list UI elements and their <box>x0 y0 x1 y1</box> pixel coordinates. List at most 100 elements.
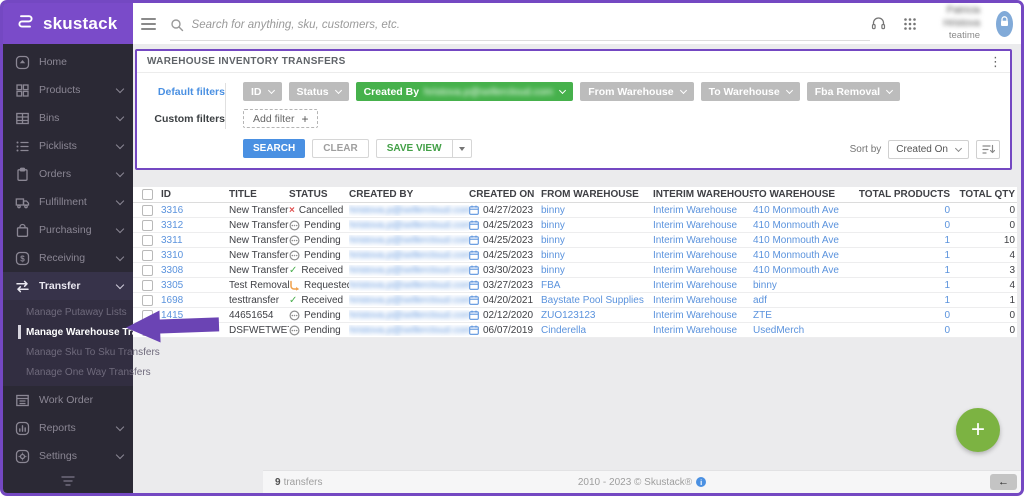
interim-warehouse-link[interactable]: Interim Warehouse <box>653 325 737 336</box>
interim-warehouse-link[interactable]: Interim Warehouse <box>653 220 737 231</box>
sidebar-item-work-order[interactable]: Work Order <box>3 386 133 414</box>
to-warehouse-link[interactable]: ZTE <box>753 310 772 321</box>
row-checkbox[interactable] <box>142 219 153 231</box>
row-checkbox[interactable] <box>142 294 153 306</box>
transfer-id-link[interactable]: 3316 <box>161 205 183 216</box>
created-by-link[interactable]: hristova.p@sellercloud.com <box>349 265 469 276</box>
row-checkbox[interactable] <box>142 279 153 291</box>
column-header-interim-warehouse[interactable]: INTERIM WAREHOUSE <box>653 189 753 200</box>
sort-field-select[interactable]: Created On <box>888 140 969 159</box>
interim-warehouse-link[interactable]: Interim Warehouse <box>653 295 737 306</box>
scroll-left-button[interactable]: ← <box>990 474 1017 490</box>
search-input[interactable] <box>191 19 870 31</box>
from-warehouse-link[interactable]: Baystate Pool Supplies <box>541 295 644 306</box>
row-checkbox[interactable] <box>142 234 153 246</box>
created-by-link[interactable]: hristova.p@sellercloud.com <box>349 310 469 321</box>
sidebar-item-bins[interactable]: Bins <box>3 104 133 132</box>
column-header-created-by[interactable]: CREATED BY <box>349 189 469 200</box>
to-warehouse-link[interactable]: 410 Monmouth Ave <box>753 250 839 261</box>
column-header-created-on[interactable]: CREATED ON <box>469 189 541 200</box>
transfer-id-link[interactable]: 1415 <box>161 310 183 321</box>
created-by-link[interactable]: hristova.p@sellercloud.com <box>349 235 469 246</box>
transfer-id-link[interactable]: 3310 <box>161 250 183 261</box>
from-warehouse-link[interactable]: binny <box>541 205 565 216</box>
from-warehouse-link[interactable]: FBA <box>541 280 560 291</box>
to-warehouse-link[interactable]: 410 Monmouth Ave <box>753 205 839 216</box>
interim-warehouse-link[interactable]: Interim Warehouse <box>653 250 737 261</box>
row-checkbox[interactable] <box>142 264 153 276</box>
column-header-title[interactable]: TITLE <box>229 189 289 200</box>
add-filter-button[interactable]: Add filter + <box>243 109 319 128</box>
column-header-from-warehouse[interactable]: FROM WAREHOUSE <box>541 189 653 200</box>
interim-warehouse-link[interactable]: Interim Warehouse <box>653 235 737 246</box>
sidebar-item-fulfillment[interactable]: Fulfillment <box>3 188 133 216</box>
sidebar-item-home[interactable]: Home <box>3 48 133 76</box>
hamburger-menu-icon[interactable] <box>141 15 156 33</box>
from-warehouse-link[interactable]: binny <box>541 235 565 246</box>
created-by-link[interactable]: hristova.p@sellercloud.com <box>349 325 469 336</box>
sidebar-subitem-manage-one-way-transfers[interactable]: Manage One Way Transfers <box>3 362 151 382</box>
interim-warehouse-link[interactable]: Interim Warehouse <box>653 265 737 276</box>
column-header-total-products[interactable]: TOTAL PRODUCTS <box>857 189 952 200</box>
save-view-dropdown-button[interactable] <box>451 139 472 158</box>
sidebar-item-transfer[interactable]: Transfer <box>3 272 133 300</box>
sidebar-subitem-manage-putaway-lists[interactable]: Manage Putaway Lists <box>3 302 133 322</box>
sidebar-subitem-manage-sku-to-sku-transfers[interactable]: Manage Sku To Sku Transfers <box>3 342 160 362</box>
sidebar-item-products[interactable]: Products <box>3 76 133 104</box>
column-header-id[interactable]: ID <box>161 189 229 200</box>
select-all-checkbox[interactable] <box>142 189 153 200</box>
transfer-id-link[interactable]: 3312 <box>161 220 183 231</box>
created-by-link[interactable]: hristova.p@sellercloud.com <box>349 295 469 306</box>
from-warehouse-link[interactable]: Cinderella <box>541 325 586 336</box>
created-by-link[interactable]: hristova.p@sellercloud.com <box>349 280 469 291</box>
filter-chip-id[interactable]: ID <box>243 82 282 101</box>
row-checkbox[interactable] <box>142 249 153 261</box>
panel-overflow-menu-icon[interactable]: ⋮ <box>989 55 1002 68</box>
brand-logo[interactable]: skustack <box>3 3 133 44</box>
sidebar-item-orders[interactable]: Orders <box>3 160 133 188</box>
sidebar-subitem-manage-warehouse-transfers[interactable]: Manage Warehouse Transfers <box>3 322 167 342</box>
filter-chip-to-warehouse[interactable]: To Warehouse <box>700 82 800 101</box>
row-checkbox[interactable] <box>142 309 153 321</box>
column-header-status[interactable]: STATUS <box>289 189 349 200</box>
apps-grid-icon[interactable] <box>903 17 917 31</box>
created-by-link[interactable]: hristova.p@sellercloud.com <box>349 205 469 216</box>
to-warehouse-link[interactable]: 410 Monmouth Ave <box>753 265 839 276</box>
clear-button[interactable]: CLEAR <box>312 139 369 158</box>
to-warehouse-link[interactable]: 410 Monmouth Ave <box>753 220 839 231</box>
user-info[interactable]: Patricia Hristova teatime <box>933 5 980 42</box>
sidebar-item-purchasing[interactable]: Purchasing <box>3 216 133 244</box>
transfer-id-link[interactable]: 3305 <box>161 280 183 291</box>
add-transfer-fab[interactable]: + <box>956 408 1000 452</box>
sidebar-item-settings[interactable]: Settings <box>3 442 133 470</box>
column-header-total-qty[interactable]: TOTAL QTY <box>952 189 1017 200</box>
to-warehouse-link[interactable]: binny <box>753 280 777 291</box>
to-warehouse-link[interactable]: 410 Monmouth Ave <box>753 235 839 246</box>
to-warehouse-link[interactable]: adf <box>753 295 767 306</box>
column-header-to-warehouse[interactable]: TO WAREHOUSE <box>753 189 857 200</box>
interim-warehouse-link[interactable]: Interim Warehouse <box>653 205 737 216</box>
search-button[interactable]: SEARCH <box>243 139 306 158</box>
transfer-id-link[interactable]: 3311 <box>161 235 183 246</box>
user-avatar[interactable] <box>996 10 1013 37</box>
filter-chip-created-by[interactable]: Created By hristova.p@sellercloud.com <box>355 82 574 101</box>
sort-direction-button[interactable] <box>976 140 1000 159</box>
save-view-button[interactable]: SAVE VIEW <box>375 139 452 158</box>
filter-chip-from-warehouse[interactable]: From Warehouse <box>580 82 694 101</box>
created-by-link[interactable]: hristova.p@sellercloud.com <box>349 220 469 231</box>
from-warehouse-link[interactable]: binny <box>541 220 565 231</box>
from-warehouse-link[interactable]: binny <box>541 265 565 276</box>
sidebar-item-picklists[interactable]: Picklists <box>3 132 133 160</box>
interim-warehouse-link[interactable]: Interim Warehouse <box>653 280 737 291</box>
transfer-id-link[interactable]: 1698 <box>161 295 183 306</box>
created-by-link[interactable]: hristova.p@sellercloud.com <box>349 250 469 261</box>
transfer-id-link[interactable]: 3308 <box>161 265 183 276</box>
to-warehouse-link[interactable]: UsedMerch <box>753 325 804 336</box>
info-icon[interactable]: i <box>696 477 707 487</box>
sidebar-item-receiving[interactable]: $ Receiving <box>3 244 133 272</box>
sidebar-item-reports[interactable]: Reports <box>3 414 133 442</box>
interim-warehouse-link[interactable]: Interim Warehouse <box>653 310 737 321</box>
support-headset-icon[interactable] <box>870 15 887 32</box>
from-warehouse-link[interactable]: ZUO123123 <box>541 310 595 321</box>
sidebar-footer-sort-icon[interactable] <box>3 475 133 487</box>
